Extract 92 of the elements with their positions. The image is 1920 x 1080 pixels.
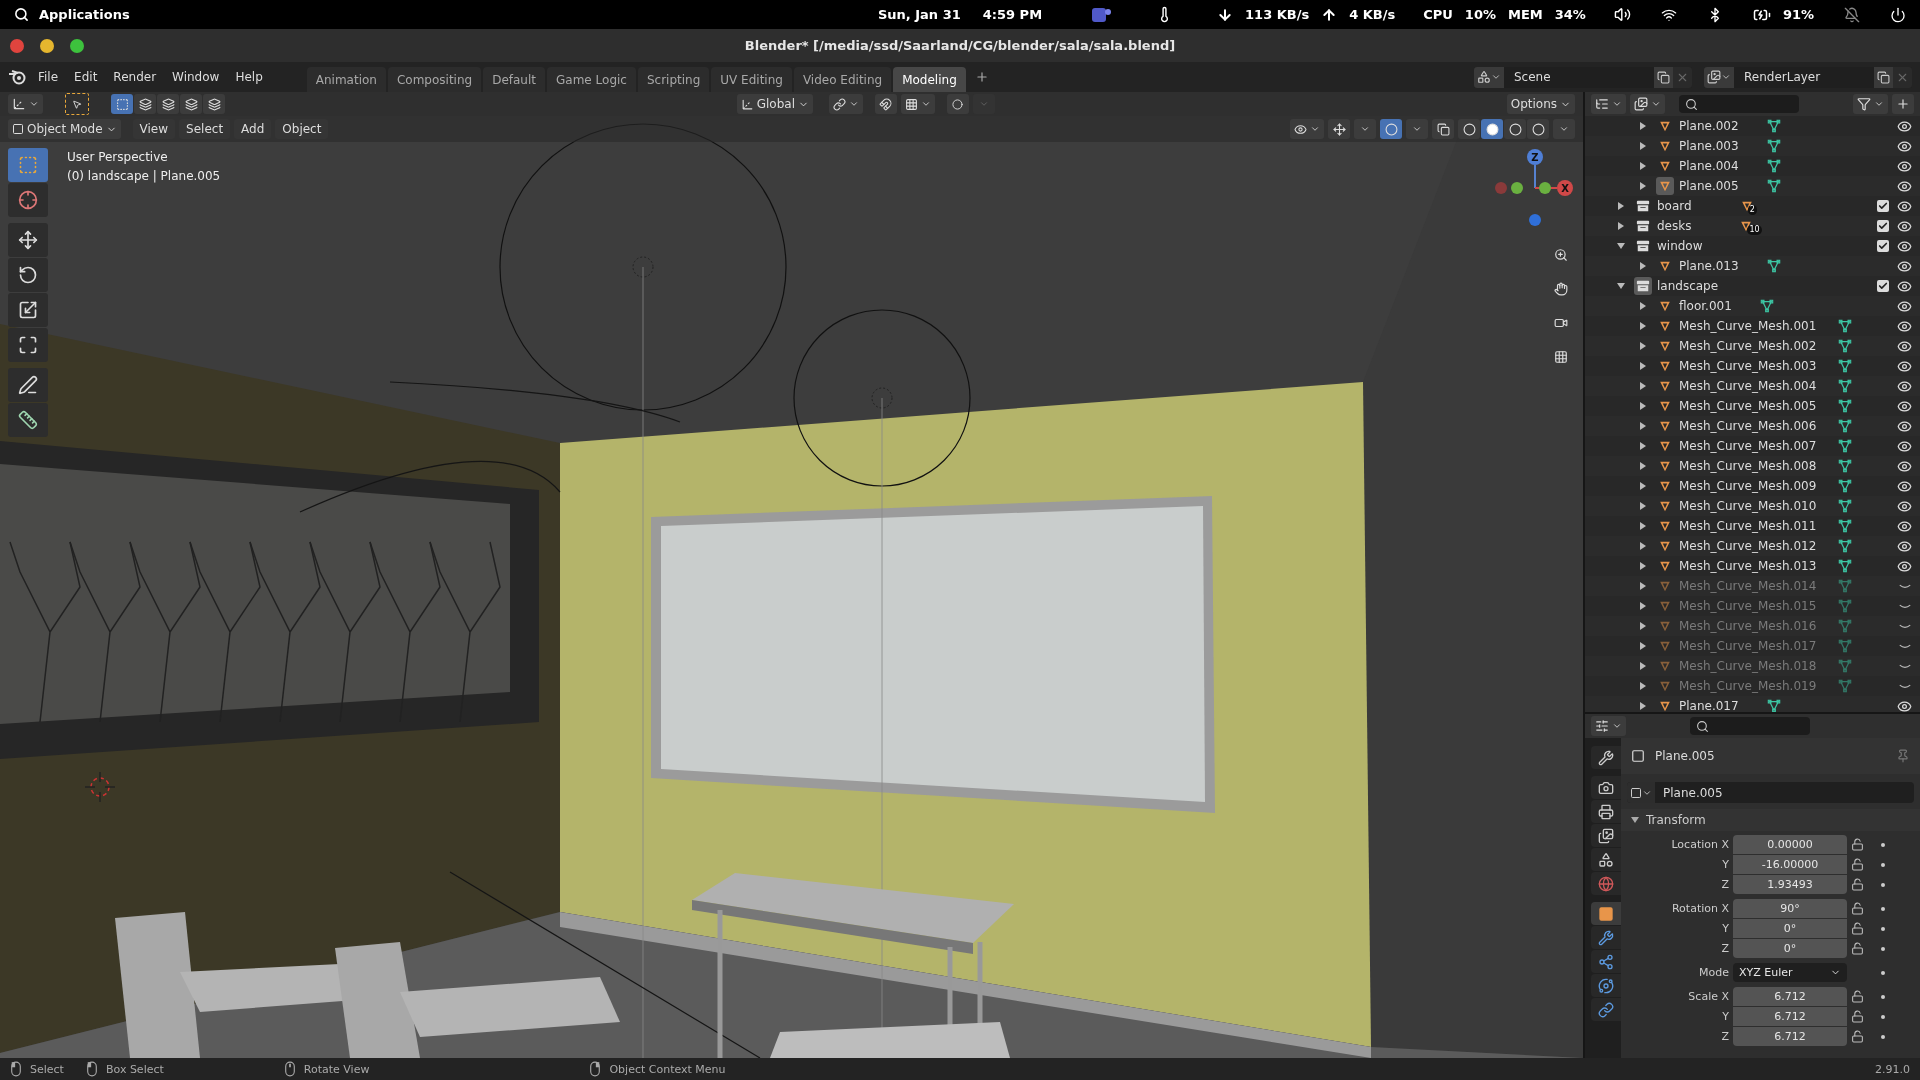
menu-item[interactable]: Edit xyxy=(68,67,104,87)
menu-item[interactable]: File xyxy=(32,67,65,87)
field-label: Y xyxy=(1721,922,1729,935)
outliner-item[interactable]: Plane.005 xyxy=(1679,179,1739,193)
outliner-item[interactable]: Mesh_Curve_Mesh.013 xyxy=(1679,559,1817,573)
status-hint: Box Select xyxy=(105,1062,164,1076)
count-badge: 10 xyxy=(1747,225,1762,235)
options-dropdown[interactable]: Options xyxy=(1506,94,1575,114)
viewport-menu[interactable]: Object xyxy=(275,119,329,139)
field-label: Mode xyxy=(1698,966,1729,979)
memory-label: MEM xyxy=(1508,7,1543,22)
field-label: Z xyxy=(1720,942,1729,955)
outliner-item[interactable]: Mesh_Curve_Mesh.004 xyxy=(1679,379,1817,393)
outliner-item[interactable]: Mesh_Curve_Mesh.006 xyxy=(1679,419,1817,433)
menu-item[interactable]: Render xyxy=(107,67,163,87)
outliner-item[interactable]: Mesh_Curve_Mesh.011 xyxy=(1679,519,1817,533)
object-name-field[interactable]: Plane.005 xyxy=(1655,785,1723,800)
number-field[interactable]: 0° xyxy=(1733,939,1847,958)
outliner-item[interactable]: Mesh_Curve_Mesh.017 xyxy=(1679,639,1817,653)
date-text: Sun, Jan 31 xyxy=(877,7,961,22)
status-hint: Object Context Menu xyxy=(609,1062,726,1076)
field-label: Scale X xyxy=(1687,990,1729,1003)
status-hint: Rotate View xyxy=(303,1062,370,1076)
menu-item[interactable]: Help xyxy=(229,67,269,87)
number-field[interactable]: -16.00000 xyxy=(1733,855,1847,874)
outliner-item[interactable]: Mesh_Curve_Mesh.010 xyxy=(1679,499,1817,513)
menu-item[interactable]: Window xyxy=(166,67,226,87)
outliner-item[interactable]: floor.001 xyxy=(1679,299,1732,313)
z-axis-handle[interactable]: Z xyxy=(1527,149,1543,165)
number-field[interactable]: 90° xyxy=(1733,899,1847,918)
outliner-item[interactable]: Mesh_Curve_Mesh.001 xyxy=(1679,319,1817,333)
outliner-collection[interactable]: desks xyxy=(1657,219,1692,233)
version-text: 2.91.0 xyxy=(1875,1062,1910,1076)
number-field[interactable]: 6.712 xyxy=(1733,1007,1847,1026)
upload-speed: 4 KB/s xyxy=(1349,7,1396,22)
outliner-item[interactable]: Mesh_Curve_Mesh.015 xyxy=(1679,599,1817,613)
workspace-tab[interactable]: Game Logic xyxy=(547,67,636,92)
clock-text: 4:59 PM xyxy=(982,7,1043,22)
outliner-item[interactable]: Plane.003 xyxy=(1679,139,1739,153)
outliner-item[interactable]: Mesh_Curve_Mesh.002 xyxy=(1679,339,1817,353)
field-label: Location X xyxy=(1670,838,1729,851)
download-speed: 113 KB/s xyxy=(1245,7,1310,22)
object-name: Plane.005 xyxy=(1655,749,1716,763)
memory-usage: 34% xyxy=(1554,7,1586,22)
cpu-label: CPU xyxy=(1423,7,1453,22)
context-info: (0) landscape | Plane.005 xyxy=(67,169,221,183)
x-axis-handle[interactable]: X xyxy=(1557,180,1573,196)
workspace-tab[interactable]: Default xyxy=(483,67,546,92)
workspace-tab[interactable]: UV Editing xyxy=(711,67,792,92)
outliner-item[interactable]: Plane.017 xyxy=(1679,699,1739,712)
outliner-collection[interactable]: board xyxy=(1657,199,1692,213)
transform-panel-header[interactable]: Transform xyxy=(1621,809,1920,831)
workspace-tab[interactable]: Modeling xyxy=(893,67,966,92)
workspace-tab[interactable]: Compositing xyxy=(387,67,482,92)
workspace-tab[interactable]: Scripting xyxy=(637,67,710,92)
outliner-item[interactable]: Mesh_Curve_Mesh.019 xyxy=(1679,679,1817,693)
number-field[interactable]: 6.712 xyxy=(1733,987,1847,1006)
field-label: Y xyxy=(1721,1010,1729,1023)
workspace-tab[interactable]: Animation xyxy=(306,67,386,92)
number-field[interactable]: 1.93493 xyxy=(1733,875,1847,894)
view-name: User Perspective xyxy=(67,150,168,164)
number-field[interactable]: 0.00000 xyxy=(1733,835,1847,854)
viewport-menu[interactable]: View xyxy=(132,119,176,139)
outliner-item[interactable]: Mesh_Curve_Mesh.007 xyxy=(1679,439,1817,453)
outliner-item[interactable]: Mesh_Curve_Mesh.008 xyxy=(1679,459,1817,473)
field-label: Y xyxy=(1721,858,1729,871)
outliner-item[interactable]: Plane.013 xyxy=(1679,259,1739,273)
orientation-dropdown[interactable]: Global xyxy=(736,94,813,114)
field-label: Rotation X xyxy=(1670,902,1729,915)
outliner-item[interactable]: Mesh_Curve_Mesh.009 xyxy=(1679,479,1817,493)
outliner-item[interactable]: Mesh_Curve_Mesh.003 xyxy=(1679,359,1817,373)
status-hint: Select xyxy=(30,1062,64,1076)
outliner-collection[interactable]: landscape xyxy=(1657,279,1719,293)
count-badge: 2 xyxy=(1747,205,1757,215)
number-field[interactable]: 6.712 xyxy=(1733,1027,1847,1046)
outliner-item[interactable]: Plane.004 xyxy=(1679,159,1739,173)
viewport-menu[interactable]: Select xyxy=(179,119,231,139)
workspace-tab[interactable]: Video Editing xyxy=(793,67,892,92)
mode-dropdown[interactable]: Object Mode xyxy=(8,119,121,139)
outliner-item[interactable]: Plane.002 xyxy=(1679,119,1739,133)
outliner-item[interactable]: Mesh_Curve_Mesh.005 xyxy=(1679,399,1817,413)
viewport-menu[interactable]: Add xyxy=(234,119,272,139)
outliner-collection[interactable]: window xyxy=(1657,239,1703,253)
cpu-usage: 10% xyxy=(1464,7,1496,22)
window-title: Blender* [/media/ssd/Saarland/CG/blender/sala/sala.blend] xyxy=(744,38,1176,53)
rotation-mode-dropdown[interactable]: XYZ Euler xyxy=(1733,963,1847,982)
number-field[interactable]: 0° xyxy=(1733,919,1847,938)
field-label: Z xyxy=(1720,1030,1729,1043)
battery-level: 91% xyxy=(1782,7,1814,22)
applications-menu[interactable]: Applications xyxy=(39,7,130,22)
field-label: Z xyxy=(1720,878,1729,891)
outliner-item[interactable]: Mesh_Curve_Mesh.012 xyxy=(1679,539,1817,553)
